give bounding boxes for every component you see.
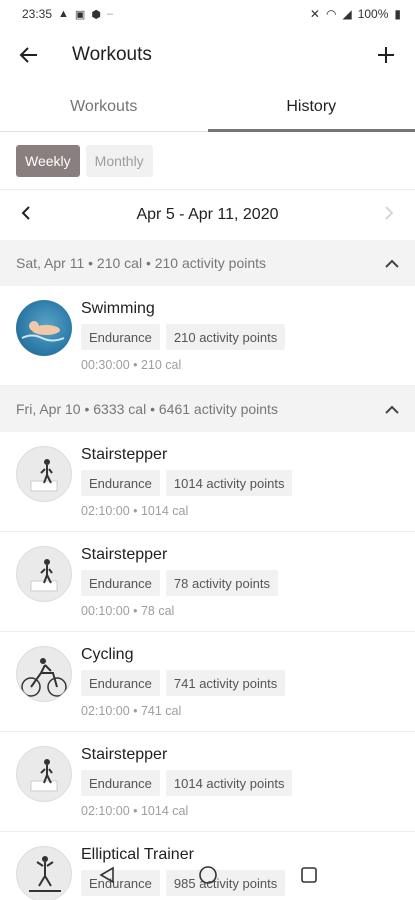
workout-name: Cycling — [81, 646, 134, 663]
tab-bar: Workouts History — [0, 82, 415, 132]
workout-tags: Endurance 741 activity points — [81, 670, 399, 696]
more-notifications-icon: – — [106, 8, 114, 20]
chevron-left-icon — [21, 205, 30, 220]
chevron-right-icon — [385, 205, 394, 220]
points-tag: 1014 activity points — [165, 470, 293, 496]
workout-name: Stairstepper — [81, 746, 168, 763]
workout-info: Elliptical Trainer Endurance 985 activit… — [81, 842, 399, 900]
workout-meta: 02:10:00 • 1014 cal — [81, 504, 189, 518]
period-filter: Weekly Monthly — [0, 132, 415, 190]
workout-tags: Endurance 78 activity points — [81, 570, 399, 596]
category-tag: Endurance — [81, 470, 160, 496]
triangle-back-icon — [98, 866, 114, 884]
stairstepper-icon — [16, 546, 72, 602]
workout-name: Stairstepper — [81, 546, 168, 563]
circle-home-icon — [198, 866, 217, 884]
status-bar: 23:35 ▲ ▣ ⬢ – ✕ ◠ ◢ 100% ▮ — [0, 0, 415, 28]
monthly-chip[interactable]: Monthly — [85, 144, 153, 177]
workout-meta: 02:10:00 • 1014 cal — [81, 804, 189, 818]
workout-item[interactable]: Stairstepper Endurance 1014 activity poi… — [0, 432, 415, 532]
tab-workouts[interactable]: Workouts — [0, 82, 208, 131]
battery-level: 100% — [357, 7, 389, 21]
day-header[interactable]: Fri, Apr 10 • 6333 cal • 6461 activity p… — [0, 386, 415, 432]
workout-meta: 00:10:00 • 78 cal — [81, 604, 175, 618]
workout-item[interactable]: Stairstepper Endurance 78 activity point… — [0, 532, 415, 632]
back-button[interactable] — [14, 40, 44, 70]
arrow-left-icon — [19, 47, 37, 63]
points-tag: 78 activity points — [165, 570, 278, 596]
nav-home-button[interactable] — [198, 865, 218, 890]
date-navigator: Apr 5 - Apr 11, 2020 — [0, 190, 415, 240]
category-tag: Endurance — [81, 570, 160, 596]
square-recents-icon — [300, 867, 317, 883]
tab-history[interactable]: History — [208, 82, 415, 131]
nav-recents-button[interactable] — [300, 866, 318, 889]
chevron-up-icon[interactable] — [385, 253, 399, 274]
wifi-icon: ◠ — [325, 7, 337, 21]
signal-icon: ◢ — [342, 7, 352, 21]
workout-info: Stairstepper Endurance 1014 activity poi… — [81, 442, 399, 531]
category-tag: Endurance — [81, 870, 160, 896]
points-tag: 210 activity points — [165, 324, 286, 350]
cyclist-icon — [16, 646, 72, 702]
workout-info: Stairstepper Endurance 1014 activity poi… — [81, 742, 399, 831]
swimmer-icon — [16, 300, 72, 356]
day-summary: Sat, Apr 11 • 210 cal • 210 activity poi… — [16, 255, 267, 271]
app-bar: Workouts — [0, 28, 415, 82]
category-tag: Endurance — [81, 670, 160, 696]
battery-icon: ▮ — [394, 7, 401, 21]
workout-item[interactable]: Stairstepper Endurance 1014 activity poi… — [0, 732, 415, 832]
category-tag: Endurance — [81, 770, 160, 796]
previous-week-button[interactable] — [20, 204, 32, 227]
warning-icon: ▲ — [58, 8, 69, 20]
weekly-chip[interactable]: Weekly — [16, 144, 80, 177]
date-range-label: Apr 5 - Apr 11, 2020 — [136, 206, 279, 223]
add-workout-button[interactable] — [371, 40, 401, 70]
workout-meta: 02:10:00 • 741 cal — [81, 704, 182, 718]
notification-icon: ▣ — [74, 8, 86, 21]
workout-name: Elliptical Trainer — [81, 846, 194, 863]
stairstepper-icon — [16, 446, 72, 502]
elliptical-icon — [16, 846, 72, 900]
workout-item[interactable]: Swimming Endurance 210 activity points 0… — [0, 286, 415, 386]
status-time: 23:35 — [22, 7, 53, 21]
shield-icon: ⬢ — [91, 8, 101, 21]
points-tag: 985 activity points — [165, 870, 286, 896]
workout-tags: Endurance 210 activity points — [81, 324, 399, 350]
workout-info: Swimming Endurance 210 activity points 0… — [81, 296, 399, 385]
plus-icon — [378, 47, 394, 63]
stairstepper-icon — [16, 746, 72, 802]
points-tag: 741 activity points — [165, 670, 286, 696]
workout-name: Stairstepper — [81, 446, 168, 463]
points-tag: 1014 activity points — [165, 770, 293, 796]
nav-back-button[interactable] — [98, 866, 116, 889]
day-summary: Fri, Apr 10 • 6333 cal • 6461 activity p… — [16, 401, 278, 417]
workout-item[interactable]: Cycling Endurance 741 activity points 02… — [0, 632, 415, 732]
category-tag: Endurance — [81, 324, 160, 350]
workout-tags: Endurance 1014 activity points — [81, 770, 399, 796]
workout-tags: Endurance 1014 activity points — [81, 470, 399, 496]
tab-indicator — [208, 129, 415, 132]
chevron-up-icon[interactable] — [385, 399, 399, 420]
workout-tags: Endurance 985 activity points — [81, 870, 399, 896]
workout-info: Stairstepper Endurance 78 activity point… — [81, 542, 399, 631]
mute-icon: ✕ — [309, 7, 320, 21]
day-header[interactable]: Sat, Apr 11 • 210 cal • 210 activity poi… — [0, 240, 415, 286]
next-week-button[interactable] — [383, 204, 395, 227]
workout-meta: 00:30:00 • 210 cal — [81, 358, 182, 372]
page-title: Workouts — [72, 44, 152, 65]
status-left: 23:35 ▲ ▣ ⬢ – — [22, 7, 113, 21]
status-right: ✕ ◠ ◢ 100% ▮ — [310, 7, 401, 21]
workout-name: Swimming — [81, 300, 155, 317]
workout-info: Cycling Endurance 741 activity points 02… — [81, 642, 399, 731]
